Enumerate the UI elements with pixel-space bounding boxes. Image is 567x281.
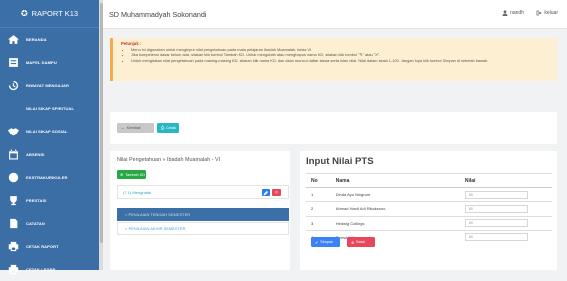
sidebar-item-ekstrakurikuler[interactable]: EKSTRAKURIKULER bbox=[0, 166, 99, 189]
sidebar-scrollbar[interactable] bbox=[99, 0, 103, 270]
logout-label: keluar bbox=[544, 10, 558, 16]
row-no: 1 bbox=[306, 187, 333, 202]
grade-panel-title: Input Nilai PTS bbox=[306, 156, 374, 167]
trophy-icon bbox=[7, 195, 19, 207]
table-header-row: No Nama Nilai bbox=[306, 172, 552, 189]
nilai-input[interactable]: 80 bbox=[464, 233, 528, 242]
sidebar-item-label: NILAI SIKAP SOSIAL bbox=[26, 129, 68, 134]
print-icon: ⎙ bbox=[161, 126, 165, 130]
sidebar-item-label: BERANDA bbox=[26, 37, 47, 42]
user-icon bbox=[502, 10, 508, 16]
sidebar-item-label: ABSENSI bbox=[26, 152, 45, 157]
grade-table: No Nama Nilai 1 Dinda Ayu Ningrum 80 2 A… bbox=[306, 172, 552, 244]
kd-panel: Nilai Pengetahuan » Ibadah Muamalah - VI… bbox=[110, 151, 290, 270]
sidebar-item-label: PRESTASI bbox=[26, 198, 47, 203]
back-button[interactable]: ← Kembali bbox=[117, 123, 154, 133]
logout-icon bbox=[536, 10, 542, 16]
sidebar-item-label: EKSTRAKURIKULER bbox=[26, 175, 68, 180]
instructions-list: Menu ini digunakan untuk menginput nilai… bbox=[121, 47, 549, 64]
cancel-icon: ⊗ bbox=[351, 240, 355, 245]
user-menu[interactable]: nandh bbox=[502, 10, 524, 16]
save-button-label: Simpan bbox=[320, 240, 334, 244]
semester-pas-item[interactable]: > PENILAIAN AKHIR SEMESTER bbox=[117, 222, 289, 235]
sidebar-item-label: RIWAYAT MENGAJAR bbox=[26, 83, 70, 88]
cancel-button[interactable]: ⊗ Batal bbox=[347, 237, 375, 247]
semester-pts-item[interactable]: > PENILAIAN TENGAH SEMESTER bbox=[117, 208, 289, 221]
school-name: SD Muhammadyah Sokonandi bbox=[109, 9, 207, 19]
print-button[interactable]: ⎙ Cetak bbox=[157, 123, 179, 133]
handshake-icon bbox=[7, 126, 19, 138]
pencil-icon bbox=[263, 190, 269, 195]
sidebar-item-label: MAPEL DAMPU bbox=[26, 60, 57, 65]
table-row: 4 Reese Inkle 80 bbox=[306, 229, 552, 244]
sidebar-item-label: NILAI SIKAP SPIRITUAL bbox=[26, 106, 75, 111]
sidebar-item-prestasi[interactable]: PRESTASI bbox=[0, 189, 99, 212]
home-icon bbox=[7, 34, 19, 46]
sidebar-item-beranda[interactable]: BERANDA bbox=[0, 28, 99, 51]
print-icon bbox=[7, 241, 19, 253]
row-nama: Dinda Ayu Ningrum bbox=[332, 187, 462, 202]
close-icon: × bbox=[275, 189, 278, 196]
top-bar: SD Muhammadyah Sokonandi nandh keluar bbox=[103, 0, 567, 29]
instructions-callout: Petunjuk : Menu ini digunakan untuk meng… bbox=[110, 38, 557, 81]
grade-input-panel: Input Nilai PTS No Nama Nilai 1 Dinda Ay… bbox=[300, 151, 557, 270]
edit-kd-button[interactable] bbox=[262, 189, 270, 196]
row-nama: Hedwig Collings bbox=[332, 215, 462, 231]
print-button-label: Cetak bbox=[166, 126, 176, 130]
instruction-line: Untuk mengisikan nilai pengetahuan pada … bbox=[131, 58, 549, 64]
cancel-button-label: Batal bbox=[356, 240, 365, 244]
panel-title: Nilai Pengetahuan » Ibadah Muamalah - VI bbox=[117, 157, 221, 163]
brand-title: RAPORT K13 bbox=[31, 9, 79, 18]
sidebar-item-catatan[interactable]: CATATAN bbox=[0, 212, 99, 235]
col-nama: Nama bbox=[332, 172, 462, 189]
sidebar-item-sosial[interactable]: NILAI SIKAP SOSIAL bbox=[0, 120, 99, 143]
row-no: 3 bbox=[306, 215, 333, 231]
sidebar-item-cetak-raport[interactable]: CETAK RAPORT bbox=[0, 235, 99, 258]
save-button[interactable]: ✔ Simpan bbox=[311, 237, 340, 247]
row-no: 2 bbox=[306, 201, 333, 217]
note-icon bbox=[7, 218, 19, 230]
sidebar-item-absensi[interactable]: ABSENSI bbox=[0, 143, 99, 166]
kd-item-label: (7.1) Menghafal bbox=[123, 189, 152, 195]
nilai-input[interactable]: 80 bbox=[464, 204, 528, 213]
col-nilai: Nilai bbox=[461, 172, 552, 189]
username: nandh bbox=[510, 10, 524, 16]
sidebar: ✪ RAPORT K13 BERANDA MAPEL DAMPU RIWAYAT… bbox=[0, 0, 99, 275]
sidebar-item-label: CATATAN bbox=[26, 221, 45, 226]
soccer-icon bbox=[7, 172, 19, 184]
history-icon bbox=[7, 80, 19, 92]
col-no: No bbox=[306, 172, 333, 189]
table-row: 3 Hedwig Collings 80 bbox=[306, 215, 552, 231]
sidebar-item-mapel[interactable]: MAPEL DAMPU bbox=[0, 51, 99, 74]
sidebar-item-spiritual[interactable]: NILAI SIKAP SPIRITUAL bbox=[0, 97, 99, 120]
arrow-left-icon: ← bbox=[121, 126, 125, 130]
check-icon: ✔ bbox=[315, 240, 319, 245]
calendar-icon bbox=[7, 149, 19, 161]
spiritual-icon bbox=[7, 103, 19, 115]
graduation-cap-icon: ✪ bbox=[20, 9, 28, 18]
kd-item[interactable]: (7.1) Menghafal × bbox=[117, 185, 289, 199]
row-nama: Ahmad Hanif Adi Rikaksono bbox=[332, 201, 462, 217]
table-row: 1 Dinda Ayu Ningrum 80 bbox=[306, 187, 552, 202]
sidebar-item-riwayat[interactable]: RIWAYAT MENGAJAR bbox=[0, 74, 99, 97]
plus-icon: ⊕ bbox=[120, 173, 124, 177]
book-icon bbox=[7, 57, 19, 69]
table-row: 2 Ahmad Hanif Adi Rikaksono 80 bbox=[306, 201, 552, 217]
action-bar: ← Kembali ⎙ Cetak bbox=[110, 112, 557, 144]
delete-kd-button[interactable]: × bbox=[272, 189, 281, 196]
scrollbar-thumb[interactable] bbox=[99, 3, 103, 243]
logout-link[interactable]: keluar bbox=[536, 10, 558, 16]
add-kd-button[interactable]: ⊕ Tambah KD bbox=[117, 170, 146, 179]
nilai-input[interactable]: 80 bbox=[464, 219, 528, 228]
brand[interactable]: ✪ RAPORT K13 bbox=[0, 0, 99, 28]
add-kd-label: Tambah KD bbox=[125, 172, 146, 177]
sidebar-item-label: CETAK RAPORT bbox=[26, 244, 59, 249]
back-button-label: Kembali bbox=[126, 126, 141, 130]
nilai-input[interactable]: 80 bbox=[464, 190, 528, 199]
